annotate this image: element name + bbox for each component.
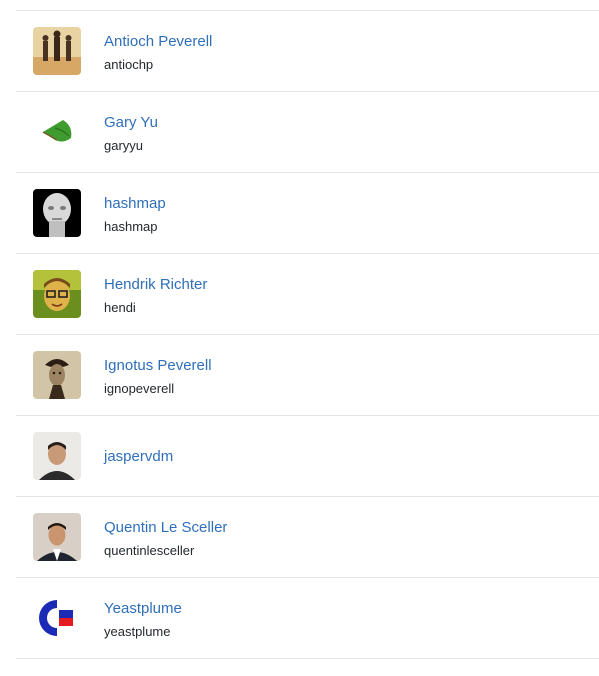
- avatar[interactable]: [33, 594, 81, 642]
- user-login: yeastplume: [104, 624, 171, 639]
- list-item: Gary Yu garyyu: [16, 92, 599, 173]
- avatar[interactable]: [33, 108, 81, 156]
- avatar[interactable]: [33, 432, 81, 480]
- user-list: Antioch Peverell antiochp Gary Yu garyyu: [16, 10, 599, 659]
- user-name-link[interactable]: Antioch Peverell: [104, 33, 212, 50]
- avatar[interactable]: [33, 27, 81, 75]
- user-login: hashmap: [104, 219, 158, 234]
- user-name-link[interactable]: Gary Yu: [104, 114, 158, 131]
- list-item: jaspervdm: [16, 416, 599, 497]
- user-login: antiochp: [104, 57, 154, 72]
- user-login: garyyu: [104, 138, 144, 153]
- user-name-link[interactable]: Hendrik Richter: [104, 276, 207, 293]
- user-name-link[interactable]: jaspervdm: [104, 448, 173, 465]
- user-login: quentinlesceller: [104, 543, 195, 558]
- list-item: Antioch Peverell antiochp: [16, 11, 599, 92]
- user-name-link[interactable]: hashmap: [104, 195, 166, 212]
- user-name-link[interactable]: Ignotus Peverell: [104, 357, 212, 374]
- user-login: hendi: [104, 300, 136, 315]
- list-item: Quentin Le Sceller quentinlesceller: [16, 497, 599, 578]
- avatar[interactable]: [33, 351, 81, 399]
- list-item: Hendrik Richter hendi: [16, 254, 599, 335]
- avatar[interactable]: [33, 270, 81, 318]
- avatar[interactable]: [33, 189, 81, 237]
- list-item: Yeastplume yeastplume: [16, 578, 599, 659]
- user-login: ignopeverell: [104, 381, 175, 396]
- avatar[interactable]: [33, 513, 81, 561]
- list-item: hashmap hashmap: [16, 173, 599, 254]
- user-name-link[interactable]: Quentin Le Sceller: [104, 519, 227, 536]
- user-name-link[interactable]: Yeastplume: [104, 600, 182, 617]
- list-item: Ignotus Peverell ignopeverell: [16, 335, 599, 416]
